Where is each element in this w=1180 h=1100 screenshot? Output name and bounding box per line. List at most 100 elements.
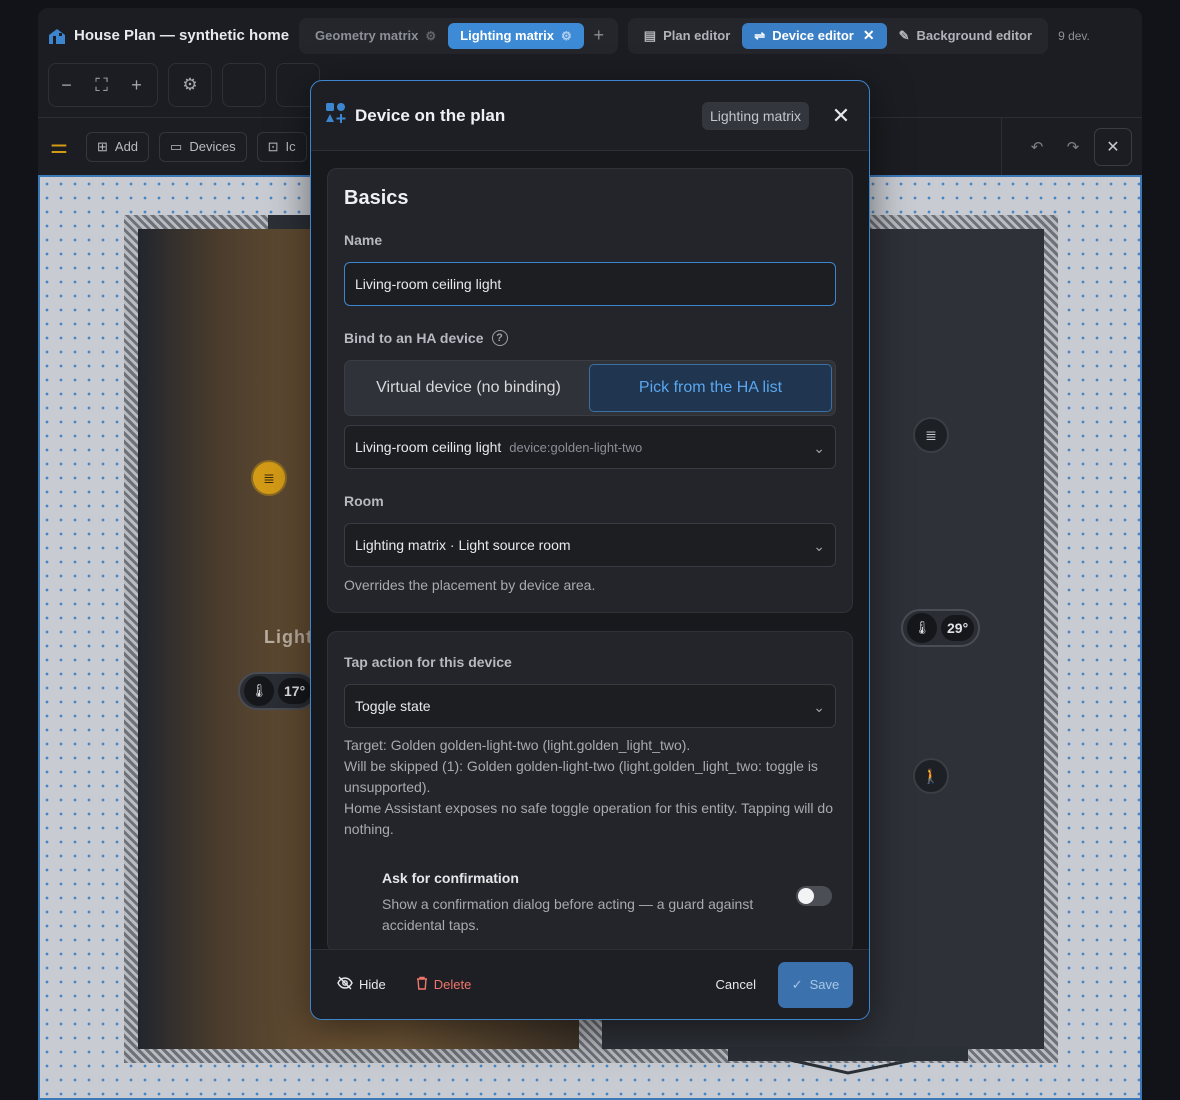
tap-action-help: Target: Golden golden-light-two (light.g… xyxy=(344,735,836,840)
tab-geometry-matrix[interactable]: Geometry matrix ⚙ xyxy=(303,23,448,49)
devices-label: Devices xyxy=(189,139,236,154)
plan-badge: Lighting matrix xyxy=(701,101,809,130)
thermometer-icon: 🌡 xyxy=(907,613,937,643)
room-label: Light xyxy=(264,627,313,647)
redo-icon[interactable]: ↷ xyxy=(1058,132,1088,162)
tab-label: Geometry matrix xyxy=(315,28,419,43)
ha-list-option[interactable]: Pick from the HA list xyxy=(589,364,832,412)
add-plan-button[interactable]: + xyxy=(584,25,614,46)
help-line: Home Assistant exposes no safe toggle op… xyxy=(344,800,833,837)
hide-button[interactable]: Hide xyxy=(337,976,386,993)
history-tools: ↶ ↷ ✕ xyxy=(1001,118,1142,176)
icons-button[interactable]: ⊡ Ic xyxy=(256,131,307,162)
section-heading: Basics xyxy=(344,187,409,209)
delete-button[interactable]: Delete xyxy=(416,976,472,993)
chevron-down-icon: ⌄ xyxy=(813,440,825,456)
gear-icon: ⚙ xyxy=(182,75,198,94)
dialog-footer: Hide Delete Cancel ✓ Save xyxy=(311,949,869,1019)
room-value: Lighting matrix · Light source room xyxy=(355,537,571,553)
tool-slot-button[interactable] xyxy=(222,63,266,107)
name-input[interactable]: Living-room ceiling light xyxy=(344,262,836,306)
sliders-icon[interactable]: ⚌ xyxy=(50,134,76,159)
check-icon: ✓ xyxy=(791,976,803,992)
tab-label: Background editor xyxy=(916,28,1033,43)
thermometer-icon: 🌡 xyxy=(244,676,274,706)
bind-label: Bind to an HA device ? xyxy=(344,330,836,346)
room-help: Overrides the placement by device area. xyxy=(344,577,596,593)
brush-icon: ✎ xyxy=(898,27,910,43)
tab-background-editor[interactable]: ✎ Background editor xyxy=(887,23,1044,49)
gear-icon[interactable]: ⚙ xyxy=(425,29,436,43)
temperature-sensor-right[interactable]: 🌡 29° xyxy=(901,609,981,647)
cancel-button[interactable]: Cancel xyxy=(716,977,756,992)
device-count: 9 dev. xyxy=(1058,28,1090,43)
devices-icon: ▭ xyxy=(170,138,183,154)
chevron-down-icon: ⌄ xyxy=(813,538,825,554)
tab-label: Plan editor xyxy=(663,28,731,43)
close-icon[interactable]: ✕ xyxy=(863,27,875,44)
lamp-icon: ≣ xyxy=(925,426,937,443)
close-dialog-button[interactable]: ✕ xyxy=(829,103,853,128)
confirm-text: Ask for confirmation Show a confirmation… xyxy=(382,870,772,936)
binding-segmented-control: Virtual device (no binding) Pick from th… xyxy=(344,360,836,416)
tab-label: Lighting matrix xyxy=(460,28,555,43)
house-icon xyxy=(48,27,66,45)
name-label: Name xyxy=(344,232,383,248)
tab-device-editor[interactable]: ⇌ Device editor ✕ xyxy=(742,22,887,49)
tab-plan-editor[interactable]: ▤ Plan editor xyxy=(632,23,742,49)
icons-label: Ic xyxy=(285,139,296,154)
sliders-icon: ⇌ xyxy=(754,27,766,43)
device-name: Living-room ceiling light xyxy=(355,439,502,455)
ceiling-light-device[interactable]: ≣ xyxy=(251,460,287,496)
device-dialog: Device on the plan Lighting matrix ✕ Bas… xyxy=(310,80,870,1020)
app-title: House Plan — synthetic home xyxy=(74,27,290,44)
tap-action-label: Tap action for this device xyxy=(344,654,512,670)
light-device[interactable]: ≣ xyxy=(913,417,949,453)
delete-label: Delete xyxy=(433,977,472,992)
dialog-body[interactable]: Basics Name Living-room ceiling light Bi… xyxy=(311,151,869,949)
dialog-header: Device on the plan Lighting matrix ✕ xyxy=(311,81,869,151)
icons-icon: ⊡ xyxy=(267,138,279,154)
basics-card: Basics Name Living-room ceiling light Bi… xyxy=(327,168,853,613)
door-swing xyxy=(749,1049,959,1075)
chevron-down-icon: ⌄ xyxy=(813,699,825,715)
confirm-row: Ask for confirmation Show a confirmation… xyxy=(344,870,836,936)
tap-action-value: Toggle state xyxy=(355,698,431,714)
zoom-controls: − ⛶ + xyxy=(48,63,158,107)
close-editor-button[interactable]: ✕ xyxy=(1094,128,1132,166)
gear-icon[interactable]: ⚙ xyxy=(561,29,572,43)
virtual-device-option[interactable]: Virtual device (no binding) xyxy=(348,364,589,412)
confirm-title: Ask for confirmation xyxy=(382,870,519,886)
devices-button[interactable]: ▭ Devices xyxy=(159,131,247,162)
mode-tabs: ▤ Plan editor ⇌ Device editor ✕ ✎ Backgr… xyxy=(627,17,1049,54)
add-button[interactable]: ⊞ Add xyxy=(86,131,150,162)
tab-label: Device editor xyxy=(772,28,854,43)
zoom-out-button[interactable]: − xyxy=(49,75,84,96)
zoom-in-button[interactable]: + xyxy=(119,75,154,96)
ha-device-select[interactable]: Living-room ceiling light device:golden-… xyxy=(344,425,836,469)
save-button[interactable]: ✓ Save xyxy=(778,961,853,1008)
settings-button[interactable]: ⚙ xyxy=(168,63,212,107)
plan-icon: ▤ xyxy=(643,27,657,43)
tab-lighting-matrix[interactable]: Lighting matrix ⚙ xyxy=(448,22,584,49)
temperature-sensor-left[interactable]: 🌡 17° xyxy=(238,672,318,710)
room-select[interactable]: Lighting matrix · Light source room ⌄ xyxy=(344,523,836,567)
top-bar: House Plan — synthetic home Geometry mat… xyxy=(38,8,1142,63)
help-icon[interactable]: ? xyxy=(491,330,508,346)
door xyxy=(268,215,313,229)
save-label: Save xyxy=(809,977,840,992)
plus-square-icon: ⊞ xyxy=(97,138,108,154)
plan-tabs: Geometry matrix ⚙ Lighting matrix ⚙ + xyxy=(299,17,618,54)
hide-label: Hide xyxy=(359,977,386,992)
shapes-add-icon xyxy=(325,102,347,129)
temperature-value: 29° xyxy=(941,615,975,641)
confirm-toggle[interactable] xyxy=(796,886,832,906)
bind-label-text: Bind to an HA device xyxy=(344,330,484,346)
fit-icon[interactable]: ⛶ xyxy=(84,75,119,96)
tap-action-select[interactable]: Toggle state ⌄ xyxy=(344,684,836,728)
motion-sensor-device[interactable]: 🚶 xyxy=(913,758,949,794)
trash-icon xyxy=(416,976,428,993)
lamp-icon: ≣ xyxy=(263,469,275,486)
temperature-value: 17° xyxy=(278,678,312,704)
undo-icon[interactable]: ↶ xyxy=(1022,132,1052,162)
